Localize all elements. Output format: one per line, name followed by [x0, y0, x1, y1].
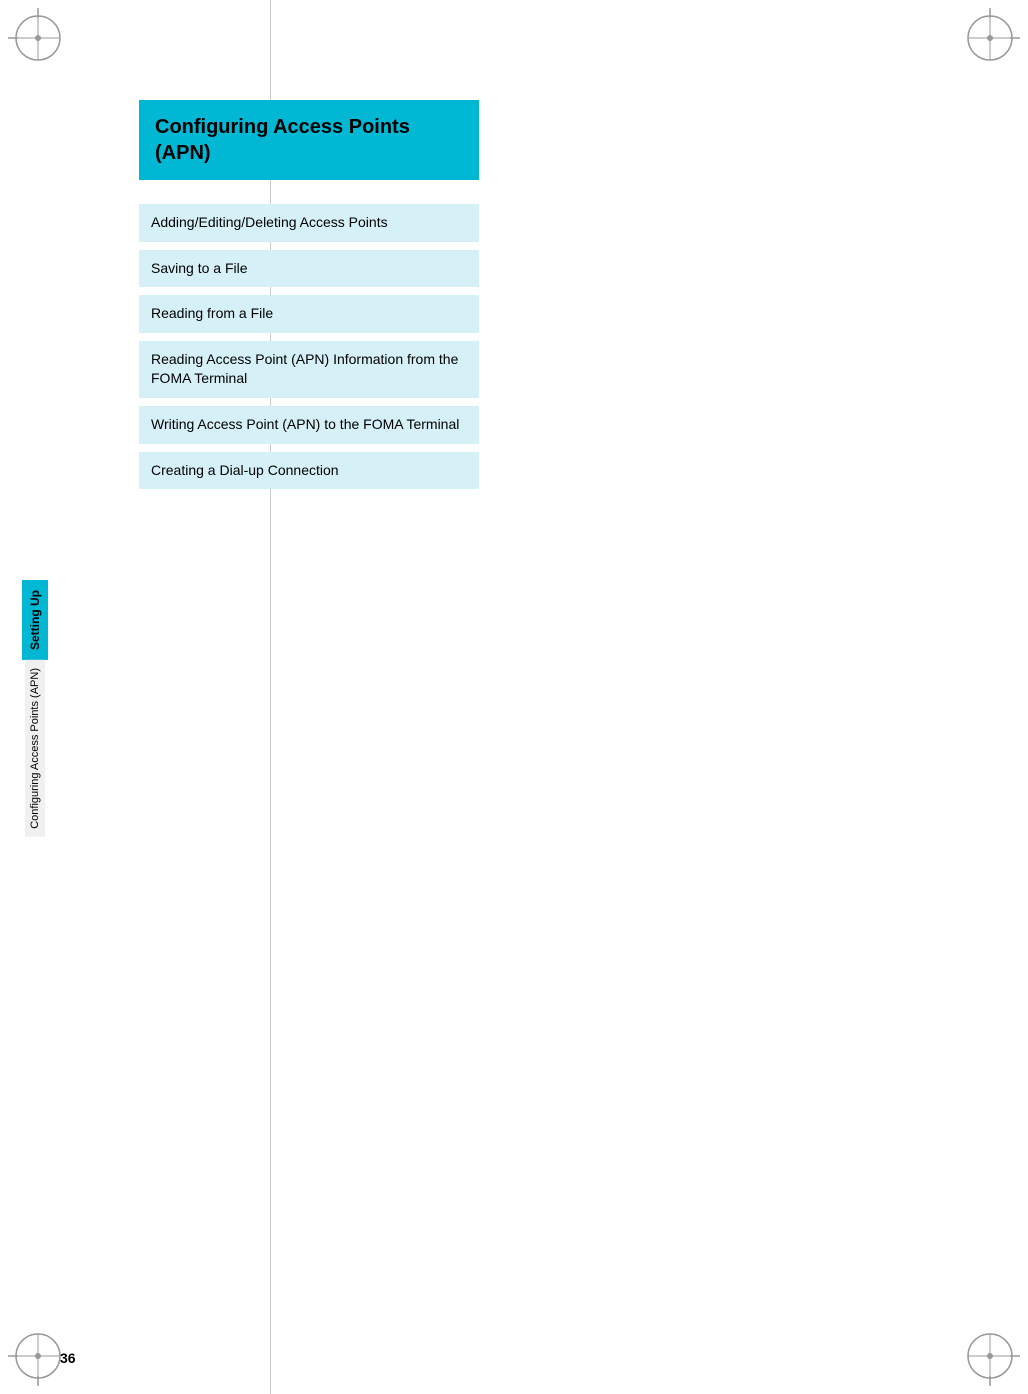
menu-item-adding-editing-deleting[interactable]: Adding/Editing/Deleting Access Points [139, 204, 479, 242]
menu-item-saving-to-file[interactable]: Saving to a File [139, 250, 479, 288]
corner-decoration-bl [8, 1326, 68, 1386]
page-title: Configuring Access Points (APN) [155, 116, 410, 164]
page-number: 36 [60, 1350, 76, 1366]
menu-list: Adding/Editing/Deleting Access Points Sa… [139, 204, 519, 489]
menu-item-writing-apn[interactable]: Writing Access Point (APN) to the FOMA T… [139, 406, 479, 444]
main-content-area: Configuring Access Points (APN) Adding/E… [139, 100, 519, 489]
menu-item-reading-apn-info[interactable]: Reading Access Point (APN) Information f… [139, 341, 479, 398]
side-label-section: Configuring Access Points (APN) [25, 660, 45, 837]
side-label-container: Setting Up Configuring Access Points (AP… [22, 580, 48, 837]
side-tab-setting-up: Setting Up [22, 580, 48, 660]
corner-decoration-br [960, 1326, 1020, 1386]
page-title-box: Configuring Access Points (APN) [139, 100, 479, 180]
corner-decoration-tr [960, 8, 1020, 68]
corner-decoration-tl [8, 8, 68, 68]
menu-item-reading-from-file[interactable]: Reading from a File [139, 295, 479, 333]
menu-item-creating-dialup[interactable]: Creating a Dial-up Connection [139, 452, 479, 490]
